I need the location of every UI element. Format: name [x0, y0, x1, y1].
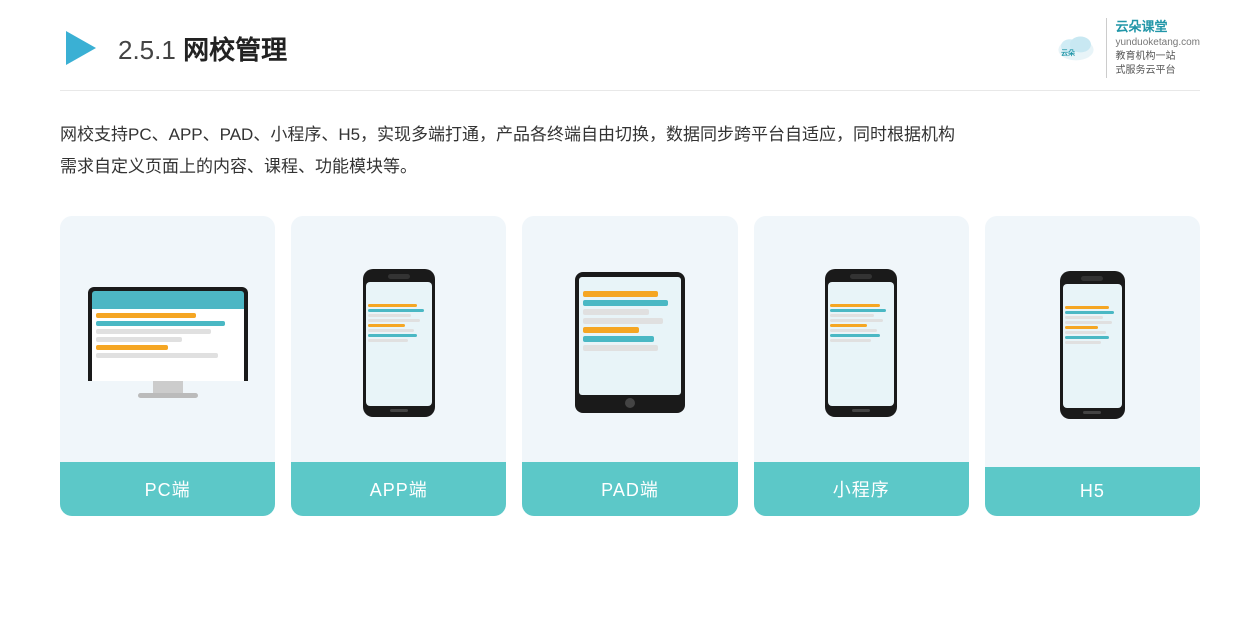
- pad-device-area: [559, 216, 701, 462]
- h5-device-area: [1044, 216, 1141, 467]
- logo-icon: [60, 27, 102, 69]
- tablet-mockup: [575, 272, 685, 413]
- brand-logo-svg: 云朵: [1054, 26, 1098, 70]
- card-app: APP端: [291, 216, 506, 516]
- page-container: 2.5.1 网校管理 云朵 云朵课堂 yunduoketang.com 教育机构…: [0, 0, 1260, 630]
- card-label-pc: PC端: [60, 462, 275, 516]
- card-mini: 小程序: [754, 216, 969, 516]
- card-label-pad: PAD端: [522, 462, 737, 516]
- pc-mockup: [88, 287, 248, 398]
- cards-row: PC端: [60, 216, 1200, 630]
- header: 2.5.1 网校管理 云朵 云朵课堂 yunduoketang.com 教育机构…: [60, 0, 1200, 91]
- brand-logo: 云朵 云朵课堂 yunduoketang.com 教育机构一站式服务云平台: [1054, 18, 1200, 78]
- svg-text:云朵: 云朵: [1062, 48, 1077, 57]
- card-label-h5: H5: [985, 467, 1200, 516]
- card-label-mini: 小程序: [754, 462, 969, 516]
- phone-mockup-app: [363, 269, 435, 417]
- page-title: 2.5.1 网校管理: [118, 30, 287, 67]
- phone-mockup-h5: [1060, 271, 1125, 419]
- phone-mockup-mini: [825, 269, 897, 417]
- card-h5: H5: [985, 216, 1200, 516]
- card-label-app: APP端: [291, 462, 506, 516]
- brand-text: 云朵课堂 yunduoketang.com 教育机构一站式服务云平台: [1106, 18, 1200, 78]
- description: 网校支持PC、APP、PAD、小程序、H5，实现多端打通，产品各终端自由切换，数…: [60, 119, 1200, 184]
- header-left: 2.5.1 网校管理: [60, 27, 287, 69]
- pc-device-area: [72, 216, 264, 462]
- card-pc: PC端: [60, 216, 275, 516]
- mini-device-area: [809, 216, 913, 462]
- app-device-area: [347, 216, 451, 462]
- card-pad: PAD端: [522, 216, 737, 516]
